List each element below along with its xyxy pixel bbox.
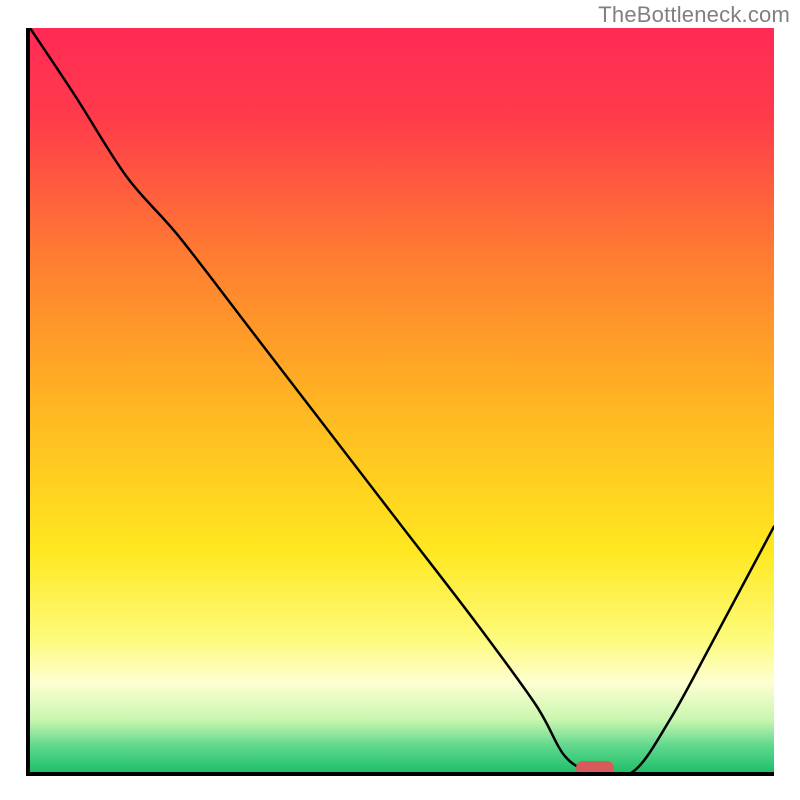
- optimal-marker: [576, 761, 614, 773]
- plot-axes: [26, 28, 774, 776]
- chart-svg: [30, 28, 774, 772]
- plot-area: [30, 28, 774, 772]
- watermark-text: TheBottleneck.com: [598, 2, 790, 28]
- chart-container: TheBottleneck.com: [0, 0, 800, 800]
- gradient-background: [30, 28, 774, 772]
